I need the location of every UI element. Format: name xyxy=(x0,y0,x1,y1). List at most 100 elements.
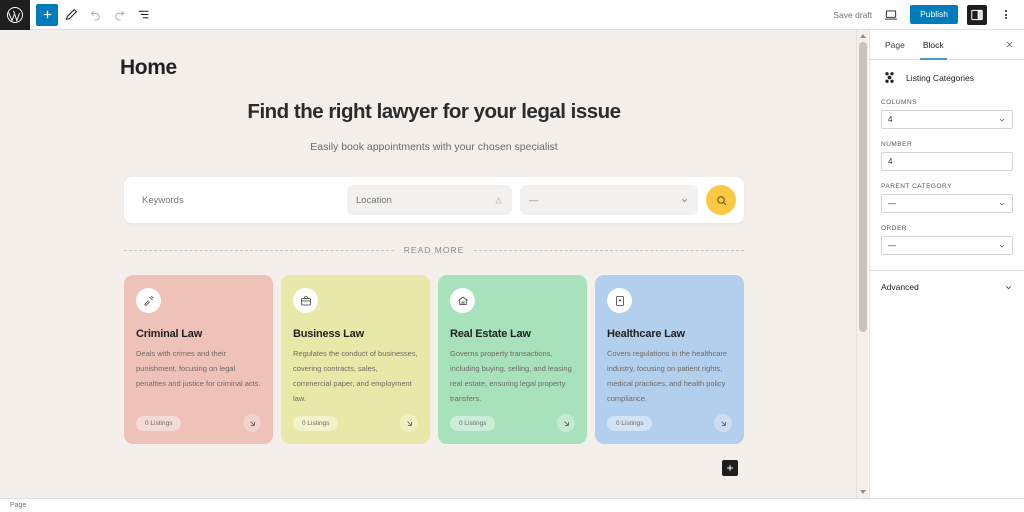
location-field[interactable] xyxy=(347,185,512,215)
tab-block[interactable]: Block xyxy=(914,30,953,60)
columns-select[interactable]: 4 xyxy=(881,110,1013,129)
parent-category-select-value: — xyxy=(888,199,896,208)
top-bar-actions: Save draft Publish xyxy=(833,0,1024,29)
category-card-description: Deals with crimes and their punishment, … xyxy=(136,349,261,388)
block-appender-button[interactable] xyxy=(722,460,738,476)
listings-count-badge: 0 Listings xyxy=(607,415,653,431)
arrow-down-right-icon[interactable] xyxy=(400,414,418,432)
scrollbar-track[interactable] xyxy=(859,42,867,486)
field-columns: COLUMNS 4 xyxy=(870,99,1024,129)
editor-top-bar: Save draft Publish xyxy=(0,0,1024,30)
save-draft-button[interactable]: Save draft xyxy=(833,10,872,20)
canvas-scrollbar[interactable] xyxy=(856,30,868,498)
chevron-down-icon xyxy=(999,202,1005,206)
listings-count-badge: 0 Listings xyxy=(136,415,182,431)
category-card-title: Criminal Law xyxy=(136,328,203,340)
category-card-title: Real Estate Law xyxy=(450,328,531,340)
category-card[interactable]: Healthcare Law Covers regulations in the… xyxy=(595,275,744,444)
category-card-description: Regulates the conduct of businesses, cov… xyxy=(293,349,418,403)
listing-categories-grid: Criminal Law Deals with crimes and their… xyxy=(124,275,744,444)
settings-sidebar: Page Block Listing Categories COLUMNS 4 … xyxy=(869,30,1024,498)
field-parent-category-label: PARENT CATEGORY xyxy=(881,183,952,190)
settings-sidebar-icon[interactable] xyxy=(967,4,987,25)
columns-select-value: 4 xyxy=(888,115,893,124)
status-bar-label: Page xyxy=(10,502,27,509)
sidebar-tabs: Page Block xyxy=(870,30,1024,60)
category-card-title: Business Law xyxy=(293,328,364,340)
category-card[interactable]: Real Estate Law Governs property transac… xyxy=(438,275,587,444)
undo-icon[interactable] xyxy=(84,4,106,26)
category-card-footer: 0 Listings xyxy=(450,414,575,432)
field-order: ORDER — xyxy=(870,225,1024,255)
scrollbar-thumb[interactable] xyxy=(859,42,867,332)
field-number: NUMBER 4 xyxy=(870,141,1024,171)
advanced-section: Advanced xyxy=(870,270,1024,303)
selected-block-name: Listing Categories xyxy=(906,72,975,83)
hero-subheading[interactable]: Easily book appointments with your chose… xyxy=(0,141,868,153)
category-card-footer: 0 Listings xyxy=(293,414,418,432)
chevron-down-icon xyxy=(999,244,1005,248)
selected-block-header: Listing Categories xyxy=(870,60,1024,94)
editor-canvas: Home Find the right lawyer for your lega… xyxy=(0,30,868,498)
hero-section: Find the right lawyer for your legal iss… xyxy=(0,100,868,153)
scroll-up-arrow-icon[interactable] xyxy=(860,34,866,38)
divider-line-left xyxy=(124,249,394,251)
field-number-label: NUMBER xyxy=(881,141,913,148)
field-parent-category: PARENT CATEGORY — xyxy=(870,183,1024,213)
kebab-menu-icon[interactable] xyxy=(996,5,1016,25)
parent-category-select[interactable]: — xyxy=(881,194,1013,213)
editor-status-bar: Page xyxy=(0,498,1024,512)
listings-count-badge: 0 Listings xyxy=(293,415,339,431)
advanced-panel-toggle[interactable]: Advanced xyxy=(881,271,1013,303)
category-card[interactable]: Business Law Regulates the conduct of bu… xyxy=(281,275,430,444)
pencil-icon[interactable] xyxy=(60,4,82,26)
wordpress-logo-icon[interactable] xyxy=(0,0,30,30)
order-select-value: — xyxy=(888,241,896,250)
order-select[interactable]: — xyxy=(881,236,1013,255)
category-card[interactable]: Criminal Law Deals with crimes and their… xyxy=(124,275,273,444)
number-input[interactable]: 4 xyxy=(881,152,1013,171)
home-icon xyxy=(450,288,475,313)
field-columns-label: COLUMNS xyxy=(881,99,918,106)
page-title[interactable]: Home xyxy=(120,56,868,80)
arrow-down-right-icon[interactable] xyxy=(243,414,261,432)
category-card-description: Covers regulations in the healthcare ind… xyxy=(607,349,728,403)
category-card-title: Healthcare Law xyxy=(607,328,685,340)
listing-categories-icon xyxy=(885,72,894,83)
listings-count-badge: 0 Listings xyxy=(450,415,496,431)
map-pin-icon xyxy=(495,196,502,203)
search-submit-button[interactable] xyxy=(706,185,736,215)
gavel-icon xyxy=(136,288,161,313)
briefcase-icon xyxy=(293,288,318,313)
category-card-description: Governs property transactions, including… xyxy=(450,349,572,403)
read-more-label[interactable]: READ MORE xyxy=(404,245,464,255)
category-select[interactable]: — xyxy=(520,185,698,215)
list-view-icon[interactable] xyxy=(132,4,154,26)
tab-page[interactable]: Page xyxy=(876,30,914,60)
number-input-value: 4 xyxy=(888,157,893,166)
preview-laptop-icon[interactable] xyxy=(881,5,901,25)
publish-button[interactable]: Publish xyxy=(910,4,958,25)
chevron-down-icon xyxy=(681,198,688,202)
category-card-footer: 0 Listings xyxy=(136,414,261,432)
scroll-down-arrow-icon[interactable] xyxy=(860,490,866,494)
category-card-footer: 0 Listings xyxy=(607,414,732,432)
arrow-down-right-icon[interactable] xyxy=(557,414,575,432)
divider-line-right xyxy=(474,249,745,251)
medical-book-icon xyxy=(607,288,632,313)
hero-heading[interactable]: Find the right lawyer for your legal iss… xyxy=(0,100,868,124)
plus-icon xyxy=(727,465,733,471)
category-select-value: — xyxy=(529,194,539,206)
listing-search-bar: — xyxy=(124,177,744,223)
redo-icon[interactable] xyxy=(108,4,130,26)
read-more-divider: READ MORE xyxy=(124,245,745,255)
location-input[interactable] xyxy=(356,194,486,206)
editor-tools-group xyxy=(30,3,154,26)
close-icon[interactable] xyxy=(1000,36,1018,54)
add-block-button[interactable] xyxy=(36,3,58,26)
field-order-label: ORDER xyxy=(881,225,907,232)
keywords-input[interactable] xyxy=(132,194,347,206)
chevron-down-icon xyxy=(999,118,1005,122)
search-icon xyxy=(716,195,726,205)
arrow-down-right-icon[interactable] xyxy=(714,414,732,432)
